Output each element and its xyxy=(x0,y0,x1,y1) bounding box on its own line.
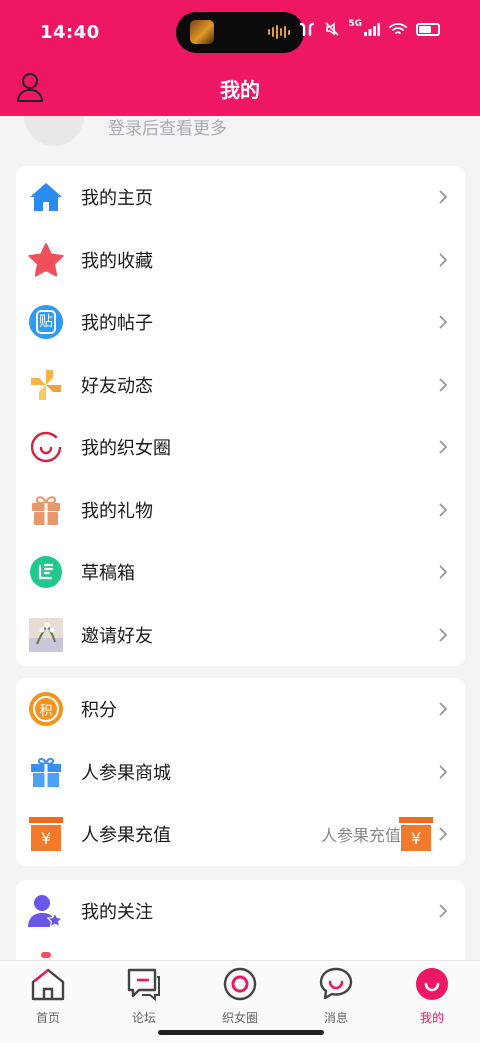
home-tab-icon xyxy=(31,968,65,1001)
pinwheel-icon xyxy=(28,367,64,403)
points-icon: 积 xyxy=(28,691,64,727)
tab-circle[interactable]: 织女圈 xyxy=(208,967,272,1025)
avatar[interactable] xyxy=(24,116,84,146)
status-time: 14:40 xyxy=(40,22,100,43)
menu-item-label: 草稿箱 xyxy=(81,563,135,585)
tab-label: 织女圈 xyxy=(221,1011,258,1025)
menu-item-label: 我的礼物 xyxy=(81,500,153,522)
menu-item-drafts[interactable]: 草稿箱 xyxy=(16,541,465,604)
battery-icon xyxy=(416,22,440,36)
circle-tab-icon xyxy=(223,967,257,1001)
follow-icon xyxy=(28,893,64,929)
chevron-right-icon xyxy=(439,702,448,716)
menu-item-my-homepage[interactable]: 我的主页 xyxy=(16,166,465,229)
home-indicator[interactable] xyxy=(158,1030,324,1035)
star-icon xyxy=(28,242,64,278)
tab-label: 首页 xyxy=(35,1011,60,1025)
post-icon: 贴 xyxy=(28,304,64,340)
chevron-right-icon xyxy=(439,440,448,454)
menu-item-label: 积分 xyxy=(81,700,117,722)
page-title: 我的 xyxy=(220,78,260,102)
shop-gift-icon xyxy=(28,754,64,790)
chevron-right-icon xyxy=(439,502,448,517)
chevron-right-icon xyxy=(439,377,448,392)
earbuds-icon xyxy=(300,22,315,36)
menu-item-label: 我的帖子 xyxy=(81,313,153,335)
chevron-right-icon xyxy=(439,565,448,579)
menu-item-my-posts[interactable]: 贴 我的帖子 xyxy=(16,291,465,354)
tab-label: 消息 xyxy=(323,1011,348,1025)
menu-item-label: 我的关注 xyxy=(81,902,153,924)
menu-item-my-favorites[interactable]: 我的收藏 xyxy=(16,229,465,292)
invite-image xyxy=(28,617,64,653)
chevron-right-icon xyxy=(439,252,448,267)
tab-messages[interactable]: 消息 xyxy=(304,967,368,1025)
menu-card-2: 积 积分 人参果商城 ¥ 人参果充值 人参果充值 ¥ xyxy=(16,678,465,866)
menu-item-label: 我的织女圈 xyxy=(81,438,171,460)
top-bar: 14:40 5G 我的 xyxy=(0,0,480,116)
chevron-right-icon xyxy=(439,764,448,779)
menu-item-label: 我的收藏 xyxy=(81,250,153,272)
chevron-right-icon xyxy=(439,904,448,918)
status-bar: 14:40 5G xyxy=(0,0,480,64)
forum-tab-icon xyxy=(127,968,160,1002)
tab-label: 我的 xyxy=(419,1011,444,1025)
tab-me[interactable]: 我的 xyxy=(400,967,464,1025)
login-hint[interactable]: 登录后查看更多 xyxy=(108,116,227,139)
chevron-right-icon xyxy=(439,827,448,841)
tab-home[interactable]: 首页 xyxy=(16,967,80,1025)
menu-item-my-follows[interactable]: 我的关注 xyxy=(16,880,465,943)
menu-item-partial[interactable] xyxy=(16,943,465,961)
circle-icon xyxy=(28,429,64,465)
menu-item-friend-feed[interactable]: 好友动态 xyxy=(16,354,465,417)
menu-item-label: 邀请好友 xyxy=(81,625,153,647)
profile-header[interactable]: 登录后查看更多 xyxy=(0,116,480,166)
tab-label: 论坛 xyxy=(131,1011,156,1025)
tab-forum[interactable]: 论坛 xyxy=(112,967,176,1025)
recharge-icon-glyph: ¥ xyxy=(31,825,61,851)
menu-item-label: 人参果充值 xyxy=(81,825,171,847)
menu-card-3: 我的关注 xyxy=(16,880,465,960)
recharge-extra-text: 人参果充值 xyxy=(320,826,401,846)
mute-icon xyxy=(325,22,339,36)
recharge-badge-glyph: ¥ xyxy=(401,825,431,851)
chevron-right-icon xyxy=(439,315,448,329)
menu-item-label: 我的主页 xyxy=(81,188,153,210)
media-thumbnail xyxy=(190,20,214,44)
home-icon xyxy=(28,179,64,215)
network-label: 5G xyxy=(348,19,362,29)
nav-bar: 我的 xyxy=(0,64,480,116)
audio-wave-icon xyxy=(268,25,290,39)
gift-icon xyxy=(28,492,64,528)
signal-icon xyxy=(364,22,380,36)
menu-item-my-gifts[interactable]: 我的礼物 xyxy=(16,479,465,542)
recharge-icon: ¥ xyxy=(28,816,64,852)
content-scroll[interactable]: 登录后查看更多 我的主页 我的收藏 贴 我的帖子 好友动态 我的织女圈 我的礼物… xyxy=(0,116,480,960)
menu-item-points[interactable]: 积 积分 xyxy=(16,678,465,741)
menu-card-1: 我的主页 我的收藏 贴 我的帖子 好友动态 我的织女圈 我的礼物 草稿箱 邀请好… xyxy=(16,166,465,666)
menu-item-ginseng-shop[interactable]: 人参果商城 xyxy=(16,741,465,804)
chevron-right-icon xyxy=(439,190,448,204)
partial-icon xyxy=(28,937,64,961)
system-icons: 5G xyxy=(298,19,440,36)
menu-item-my-circle[interactable]: 我的织女圈 xyxy=(16,416,465,479)
points-icon-glyph: 积 xyxy=(33,696,59,722)
dynamic-island xyxy=(176,12,304,53)
menu-item-invite-friends[interactable]: 邀请好友 xyxy=(16,604,465,667)
message-tab-icon xyxy=(319,967,353,1000)
menu-item-label: 人参果商城 xyxy=(81,762,171,784)
me-tab-icon xyxy=(416,968,448,1000)
recharge-badge-icon: ¥ xyxy=(399,817,435,853)
draft-icon xyxy=(28,554,64,590)
wifi-icon xyxy=(389,22,407,34)
menu-item-label: 好友动态 xyxy=(81,375,153,397)
chevron-right-icon xyxy=(439,627,448,642)
menu-item-ginseng-recharge[interactable]: ¥ 人参果充值 人参果充值 ¥ xyxy=(16,803,465,866)
post-icon-glyph: 贴 xyxy=(36,310,56,334)
